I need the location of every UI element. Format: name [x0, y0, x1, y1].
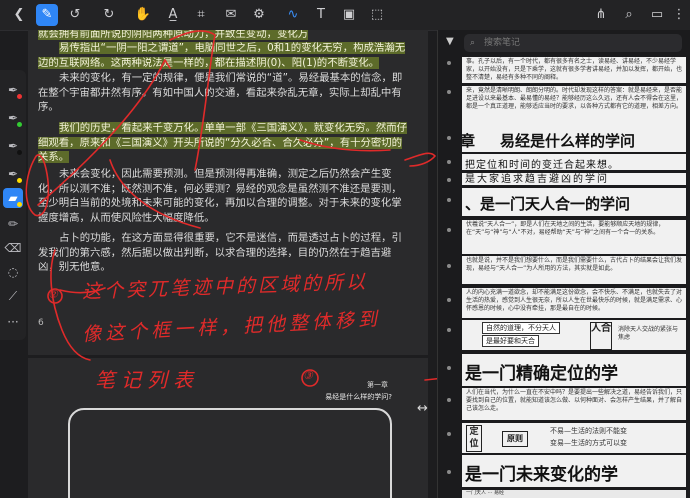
- image-icon[interactable]: ▣: [338, 4, 360, 26]
- pen-rail: ✒ ✒ ✒ ✒ ▰ ✏ ⌫ ◌ ⟋ ···: [0, 70, 26, 340]
- note-heading: 是一门精确定位的学: [465, 364, 618, 384]
- chapter-label: 第一章: [367, 381, 388, 389]
- note-card[interactable]: 章 易经是什么样的学问: [462, 126, 686, 152]
- note-heading: 易经是什么样的学问: [500, 132, 636, 150]
- text-highlight-icon[interactable]: A̲: [162, 4, 184, 26]
- diagram-chip: 是最好要和天合: [482, 335, 539, 347]
- note-card[interactable]: 、是一门天人合一的学问: [462, 188, 686, 216]
- diagram-box: 位: [466, 438, 482, 452]
- note-heading: 、是一门天人合一的学问: [465, 195, 631, 213]
- toolbar: ❮ ✎ ↺ ↻ ✋ A̲ ⌗ ✉ ⚙ ∿ T ▣ ⬚ ⋔ ⌕ ▭ ⋮: [0, 0, 690, 31]
- pen-green-icon[interactable]: ✒: [3, 108, 23, 128]
- eraser-icon[interactable]: ⌫: [3, 238, 23, 258]
- ruler-icon[interactable]: ⟋: [3, 286, 23, 306]
- search-icon: ⌕: [470, 38, 476, 48]
- note-text: 是大家追求趋吉避凶的学问: [465, 174, 609, 185]
- pen-yellow-icon[interactable]: ✒: [3, 164, 23, 184]
- note-card[interactable]: 一门天人 ··· 易经: [462, 490, 686, 498]
- note-text: 事。孔子以后，有一个时代，都有很多有名之士，读易经、讲易经，不少易经学家，以开始…: [466, 58, 683, 82]
- bookmark-icon[interactable]: ▭: [646, 4, 668, 26]
- note-card[interactable]: 也就是说，并不是我们想要什么，而是我们需要什么，古代占卜的结果会让我们发现，易经…: [462, 256, 686, 284]
- diagram-text: 不易—生活的法则不能变: [550, 427, 627, 435]
- notes-panel: ▼ ⌕ 搜索笔记 事。孔子以后，有一个时代，都有很多有名之士，读易经、讲易经，不…: [437, 30, 690, 498]
- note-text: 人们在当代，为什么一直在不安中吗？是要提出一些解决之道，易经告诉我们，只要找到自…: [466, 389, 683, 413]
- ink-circle-2: ②: [48, 288, 58, 301]
- note-card[interactable]: 把定位和时间的变迁合起来想。: [462, 154, 686, 170]
- diagram-box: 人合: [590, 322, 612, 350]
- filter-icon[interactable]: ▼: [446, 36, 454, 47]
- diagram-box: 定: [466, 425, 482, 439]
- note-card[interactable]: 伏羲说“天人合一”，即是人们在天地之间的生活，要能够顺应天地的规律，在“天”与“…: [462, 220, 686, 254]
- note-text: 一门天人 ··· 易经: [466, 490, 504, 496]
- note-card[interactable]: 人们在当代，为什么一直在不安中吗？是要提出一些解决之道，易经告诉我们，只要找到自…: [462, 388, 686, 420]
- envelope-icon[interactable]: ✉: [220, 4, 242, 26]
- decorative-frame: [68, 408, 392, 498]
- note-card[interactable]: 人的内心充满一道欲念，却不能满足这份欲念，会不快乐、不满足，也就失去了对生活的热…: [462, 288, 686, 318]
- document-page-next[interactable]: 第一章 易经是什么样的学问?: [28, 358, 428, 498]
- selection-icon[interactable]: ⬚: [366, 4, 388, 26]
- lasso-icon[interactable]: ∿: [282, 4, 304, 26]
- paragraph: 未来会变化，因此需要预测。但是预测得再准确，测定之后仍然会产生变化，所以测不准；…: [38, 168, 402, 224]
- diagram-text: 变易—生活的方式可以变: [550, 439, 627, 447]
- note-card[interactable]: 是大家追求趋吉避凶的学问: [462, 173, 686, 185]
- highlighter-icon[interactable]: ▰: [3, 188, 23, 208]
- diagram-box: 原则: [502, 431, 528, 447]
- crop-icon[interactable]: ⌗: [190, 4, 212, 26]
- resize-handle-icon[interactable]: ↔: [417, 401, 428, 416]
- note-heading-prefix: 章: [462, 132, 476, 150]
- paragraph-highlighted: 我们的历史，看起来千变万化。单单一部《三国演义》，就变化无穷。然而仔细观看，原来…: [38, 122, 408, 164]
- note-card-diagram[interactable]: 自然的道理，不分天人 是最好要和天合 人合 消除天人交战的紧张与焦虑: [462, 320, 686, 350]
- lasso-tool-icon[interactable]: ◌: [3, 262, 23, 282]
- pen-icon[interactable]: ✎: [36, 4, 58, 26]
- note-text: 来，竟然是清晰明朗、朗朗分明的。时代却发现这样的答案：就是易经来，是否能足进设以…: [466, 87, 683, 111]
- pen-black-icon[interactable]: ✒: [3, 136, 23, 156]
- ink-note-line3: 笔记列表: [95, 368, 199, 392]
- paragraph: 就会拥有前面所说的阴阳两种原动力，并致生变动，变化万: [38, 30, 309, 40]
- note-text: 伏羲说“天人合一”，即是人们在天地之间的生活，要能够顺应天地的规律，在“天”与“…: [466, 221, 665, 237]
- pen-red-icon[interactable]: ✒: [3, 80, 23, 100]
- search-icon[interactable]: ⌕: [618, 4, 640, 26]
- share-icon[interactable]: ⋔: [590, 4, 612, 26]
- note-text: 把定位和时间的变迁合起来想。: [465, 160, 619, 170]
- note-heading: 是一门未来变化的学: [465, 465, 618, 485]
- note-card-diagram[interactable]: 定 位 原则 不易—生活的法则不能变 变易—生活的方式可以变: [462, 423, 686, 453]
- note-text: 人的内心充满一道欲念，却不能满足这份欲念，会不快乐、不满足，也就失去了对生活的热…: [466, 289, 683, 313]
- note-text: 也就是说，并不是我们想要什么，而是我们需要什么，古代占卜的结果会让我们发现，易经…: [466, 257, 683, 273]
- note-card[interactable]: 来，竟然是清晰明朗、朗朗分明的。时代却发现这样的答案：就是易经来，是否能足进设以…: [462, 86, 686, 126]
- more-tools-icon[interactable]: ···: [3, 312, 23, 332]
- page-number: 6: [38, 318, 44, 328]
- diagram-chip: 自然的道理，不分天人: [482, 322, 560, 334]
- note-card[interactable]: 是一门未来变化的学: [462, 455, 686, 487]
- back-icon[interactable]: ❮: [8, 4, 30, 26]
- paragraph: 未来的变化，有一定的规律，便是我们常说的“道”。易经最基本的信念，即在整个宇宙都…: [38, 72, 403, 114]
- redo-icon[interactable]: ↻: [98, 4, 120, 26]
- hand-icon[interactable]: ✋: [132, 4, 154, 26]
- search-placeholder: 搜索笔记: [484, 38, 521, 48]
- chapter-title: 易经是什么样的学问?: [325, 393, 392, 401]
- undo-icon[interactable]: ↺: [64, 4, 86, 26]
- text-box-icon[interactable]: T: [310, 4, 332, 26]
- ink-circle-3: ③: [303, 369, 313, 382]
- search-input[interactable]: ⌕ 搜索笔记: [464, 34, 682, 52]
- more-icon[interactable]: ⋮: [668, 4, 690, 26]
- note-card[interactable]: 事。孔子以后，有一个时代，都有很多有名之士，读易经、讲易经，不少易经学家，以开始…: [462, 57, 686, 83]
- paragraph-highlighted: 易传指出“一阴一阳之谓道”，电脑同世之后，0和1的变化无穷，构成浩瀚无边的互联网…: [38, 42, 406, 69]
- diagram-text: 消除天人交战的紧张与焦虑: [618, 326, 679, 342]
- note-card[interactable]: 是一门精确定位的学: [462, 354, 686, 386]
- settings-icon[interactable]: ⚙: [248, 4, 270, 26]
- pencil-icon[interactable]: ✏: [3, 214, 23, 234]
